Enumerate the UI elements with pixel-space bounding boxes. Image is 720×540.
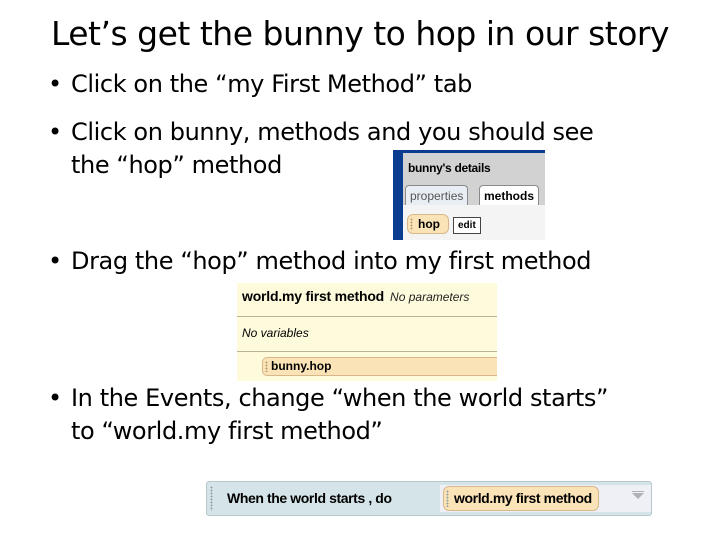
variables-text: No variables <box>242 326 309 340</box>
bullet-item: • Drag the “hop” method into my first me… <box>48 245 592 278</box>
bullet-text: Click on the “my First Method” tab <box>71 70 472 98</box>
drag-handle-icon[interactable] <box>265 361 268 372</box>
bullet-text: In the Events, change “when the world st… <box>71 384 608 412</box>
details-header: bunny's details <box>403 153 545 183</box>
bullet-icon: • <box>48 118 62 146</box>
tab-properties[interactable]: properties <box>405 185 469 206</box>
slide-title: Let’s get the bunny to hop in our story <box>50 14 670 53</box>
event-method-label: world.my first method <box>454 490 592 506</box>
bullet-text: to “world.my first method” <box>71 417 383 445</box>
statement-label: bunny.hop <box>271 359 332 373</box>
world-starts-event-block: When the world starts , do world.my firs… <box>206 481 652 516</box>
details-content: bunny's details properties methods hop e… <box>403 153 545 240</box>
details-tabs: properties methods <box>403 183 545 206</box>
bullet-icon: • <box>48 384 62 412</box>
method-row: hop edit <box>403 205 545 240</box>
tab-methods[interactable]: methods <box>479 185 540 206</box>
event-target-slot[interactable]: world.my first method <box>440 485 651 512</box>
divider <box>237 351 497 352</box>
bullet-item: • In the Events, change “when the world … <box>48 382 608 448</box>
bunny-hop-statement[interactable]: bunny.hop <box>262 357 497 376</box>
bunny-details-panel: bunny's details properties methods hop e… <box>393 150 545 240</box>
chevron-down-icon[interactable] <box>632 491 644 499</box>
drag-handle-icon[interactable] <box>446 490 449 507</box>
bullet-text: Drag the “hop” method into my first meth… <box>71 247 592 275</box>
bullet-text: Click on bunny, methods and you should s… <box>71 118 594 146</box>
bullet-icon: • <box>48 247 62 275</box>
method-name: world.my first method <box>242 288 385 304</box>
drag-handle-icon[interactable] <box>210 486 213 511</box>
method-editor-panel: world.my first method No parameters No va… <box>237 283 497 381</box>
divider <box>237 316 497 317</box>
method-header: world.my first method No parameters <box>242 288 469 304</box>
hop-method-label: hop <box>418 217 440 231</box>
event-label: When the world starts , do <box>227 490 392 506</box>
bullet-item: • Click on the “my First Method” tab <box>48 68 472 101</box>
bullet-icon: • <box>48 70 62 98</box>
event-method-tile[interactable]: world.my first method <box>443 486 599 511</box>
hop-method-tile[interactable]: hop <box>407 214 449 234</box>
edit-button[interactable]: edit <box>453 217 481 234</box>
drag-handle-icon[interactable] <box>410 218 413 230</box>
parameters-text: No parameters <box>390 290 470 304</box>
